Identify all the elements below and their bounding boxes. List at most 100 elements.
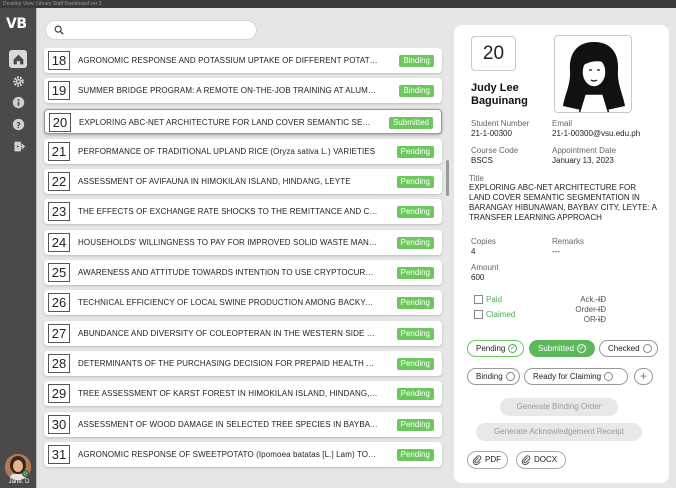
- list-item-number: 25: [48, 263, 70, 283]
- list-item[interactable]: 20 EXPLORING ABC-NET ARCHITECTURE FOR LAN…: [44, 108, 442, 134]
- claimed-checkbox[interactable]: Claimed: [474, 310, 515, 319]
- status-submitted-button[interactable]: Submitted ✓: [529, 340, 595, 357]
- list-item-title: ASSESSMENT OF WOOD DAMAGE IN SELECTED TR…: [78, 419, 378, 429]
- status-binding-button[interactable]: Binding: [467, 368, 520, 385]
- list-item-number: 19: [48, 81, 70, 101]
- claimed-checkbox-box[interactable]: [474, 310, 483, 319]
- status-badge: Pending: [396, 327, 434, 340]
- status-badge: Pending: [396, 267, 434, 280]
- list-item-title: ABUNDANCE AND DIVERSITY OF COLEOPTERAN I…: [78, 328, 378, 338]
- list-item-number: 21: [48, 141, 70, 161]
- email-label: Email: [552, 119, 573, 128]
- pdf-label: PDF: [485, 455, 501, 464]
- remarks-label: Remarks: [552, 237, 585, 246]
- sidebar-divider: [36, 8, 37, 488]
- list-item-title: TREE ASSESSMENT OF KARST FOREST IN HIMOK…: [78, 389, 378, 399]
- docx-label: DOCX: [534, 455, 558, 464]
- thesis-list: 18 AGRONOMIC RESPONSE AND POTASSIUM UPTAK…: [44, 48, 442, 472]
- list-item-title: TECHNICAL EFFICIENCY OF LOCAL SWINE PROD…: [78, 298, 378, 308]
- status-ready-label: Ready for Claiming: [533, 372, 602, 381]
- list-item-number: 31: [48, 444, 70, 464]
- docx-button[interactable]: DOCX: [516, 451, 566, 469]
- status-badge: Pending: [396, 145, 434, 158]
- student-photo: [554, 35, 632, 113]
- search-bar[interactable]: [45, 20, 257, 40]
- sidebar: VB ? Jane. D: [0, 8, 36, 488]
- list-item[interactable]: 31 AGRONOMIC RESPONSE OF SWEETPOTATO (Ipo…: [44, 441, 442, 467]
- generate-ack-receipt-button[interactable]: Generate Acknowledgement Receipt: [476, 423, 642, 441]
- student-number-label: Student Number: [471, 119, 530, 128]
- app-logo: VB: [6, 16, 27, 32]
- help-icon[interactable]: ?: [9, 115, 27, 133]
- list-item[interactable]: 25 AWARENESS AND ATTITUDE TOWARDS INTENTI…: [44, 260, 442, 286]
- status-pending-button[interactable]: Pending ✓: [467, 340, 524, 357]
- status-badge: Submitted: [388, 116, 433, 129]
- add-status-button[interactable]: +: [634, 368, 653, 385]
- list-scrollbar[interactable]: [446, 160, 449, 196]
- list-item[interactable]: 28 DETERMINANTS OF THE PURCHASING DECISIO…: [44, 350, 442, 376]
- thesis-title: EXPLORING ABC-NET ARCHITECTURE FOR LAND …: [469, 183, 657, 222]
- paperclip-icon: [472, 455, 482, 465]
- search-input[interactable]: [69, 25, 249, 35]
- amount-label: Amount: [471, 263, 499, 272]
- list-item-title: THE EFFECTS OF EXCHANGE RATE SHOCKS TO T…: [78, 207, 378, 217]
- status-checked-button[interactable]: Checked: [599, 340, 658, 357]
- user-name: Jane. D: [8, 479, 30, 485]
- list-item-title: DETERMINANTS OF THE PURCHASING DECISION …: [78, 358, 378, 368]
- list-item[interactable]: 24 HOUSEHOLDS' WILLINGNESS TO PAY FOR IMP…: [44, 229, 442, 255]
- list-item-title: AGRONOMIC RESPONSE OF SWEETPOTATO (Ipomo…: [78, 449, 378, 459]
- paid-label: Paid: [486, 295, 503, 304]
- list-item[interactable]: 19 SUMMER BRIDGE PROGRAM: A REMOTE ON-THE…: [44, 78, 442, 104]
- list-item-number: 29: [48, 384, 70, 404]
- status-badge: Pending: [396, 236, 434, 249]
- status-ready-button[interactable]: Ready for Claiming: [524, 368, 628, 385]
- radio-icon: [642, 344, 652, 353]
- radio-icon: [604, 372, 614, 381]
- list-item[interactable]: 26 TECHNICAL EFFICIENCY OF LOCAL SWINE PR…: [44, 290, 442, 316]
- pdf-button[interactable]: PDF: [467, 451, 508, 469]
- list-item-title: AWARENESS AND ATTITUDE TOWARDS INTENTION…: [78, 268, 378, 278]
- status-badge: Pending: [396, 297, 434, 310]
- svg-text:?: ?: [16, 119, 21, 129]
- generate-binding-order-button[interactable]: Generate Binding Order: [500, 398, 618, 416]
- paid-checkbox-box[interactable]: [474, 295, 483, 304]
- list-item[interactable]: 27 ABUNDANCE AND DIVERSITY OF COLEOPTERAN…: [44, 320, 442, 346]
- list-item[interactable]: 21 PERFORMANCE OF TRADITIONAL UPLAND RICE…: [44, 138, 442, 164]
- status-badge: Pending: [396, 388, 434, 401]
- title-label: Title: [469, 174, 484, 183]
- paid-checkbox[interactable]: Paid: [474, 295, 502, 304]
- list-item[interactable]: 29 TREE ASSESSMENT OF KARST FOREST IN HIM…: [44, 381, 442, 407]
- ack-id-value: ---: [595, 295, 603, 304]
- course-label: Course Code: [471, 146, 519, 155]
- list-item-number: 20: [49, 112, 71, 132]
- list-item-number: 27: [48, 323, 70, 343]
- list-item-title: ASSESSMENT OF AVIFAUNA IN HIMOKILAN ISLA…: [78, 177, 351, 187]
- paperclip-icon: [521, 455, 531, 465]
- status-badge: Binding: [399, 55, 434, 67]
- copies-label: Copies: [471, 237, 496, 246]
- course-value: BSCS: [471, 156, 493, 165]
- logout-icon[interactable]: [9, 137, 27, 155]
- info-icon[interactable]: [9, 93, 27, 111]
- student-number-value: 21-1-00300: [471, 129, 512, 138]
- check-icon: ✓: [508, 344, 518, 353]
- list-item[interactable]: 18 AGRONOMIC RESPONSE AND POTASSIUM UPTAK…: [44, 48, 442, 73]
- list-item[interactable]: 30 ASSESSMENT OF WOOD DAMAGE IN SELECTED …: [44, 411, 442, 437]
- list-item-title: EXPLORING ABC-NET ARCHITECTURE FOR LAND …: [79, 117, 375, 127]
- detail-panel: 20 Judy Lee Baguinang Student Number 21-…: [454, 25, 669, 483]
- list-item-title: HOUSEHOLDS' WILLINGNESS TO PAY FOR IMPRO…: [78, 237, 378, 247]
- radio-icon: [505, 372, 515, 381]
- status-badge: Pending: [396, 357, 434, 370]
- list-item[interactable]: 22 ASSESSMENT OF AVIFAUNA IN HIMOKILAN IS…: [44, 169, 442, 195]
- status-checked-label: Checked: [608, 344, 640, 353]
- appointment-value: January 13, 2023: [552, 156, 614, 165]
- list-item-number: 22: [48, 172, 70, 192]
- copies-value: 4: [471, 247, 476, 256]
- gear-icon[interactable]: [9, 72, 27, 90]
- list-item[interactable]: 23 THE EFFECTS OF EXCHANGE RATE SHOCKS TO…: [44, 199, 442, 225]
- home-icon[interactable]: [9, 50, 27, 68]
- remarks-value: ---: [552, 247, 560, 256]
- list-item-title: PERFORMANCE OF TRADITIONAL UPLAND RICE (…: [78, 146, 376, 156]
- list-item-title: SUMMER BRIDGE PROGRAM: A REMOTE ON-THE-J…: [78, 86, 378, 96]
- status-badge: Binding: [399, 85, 434, 98]
